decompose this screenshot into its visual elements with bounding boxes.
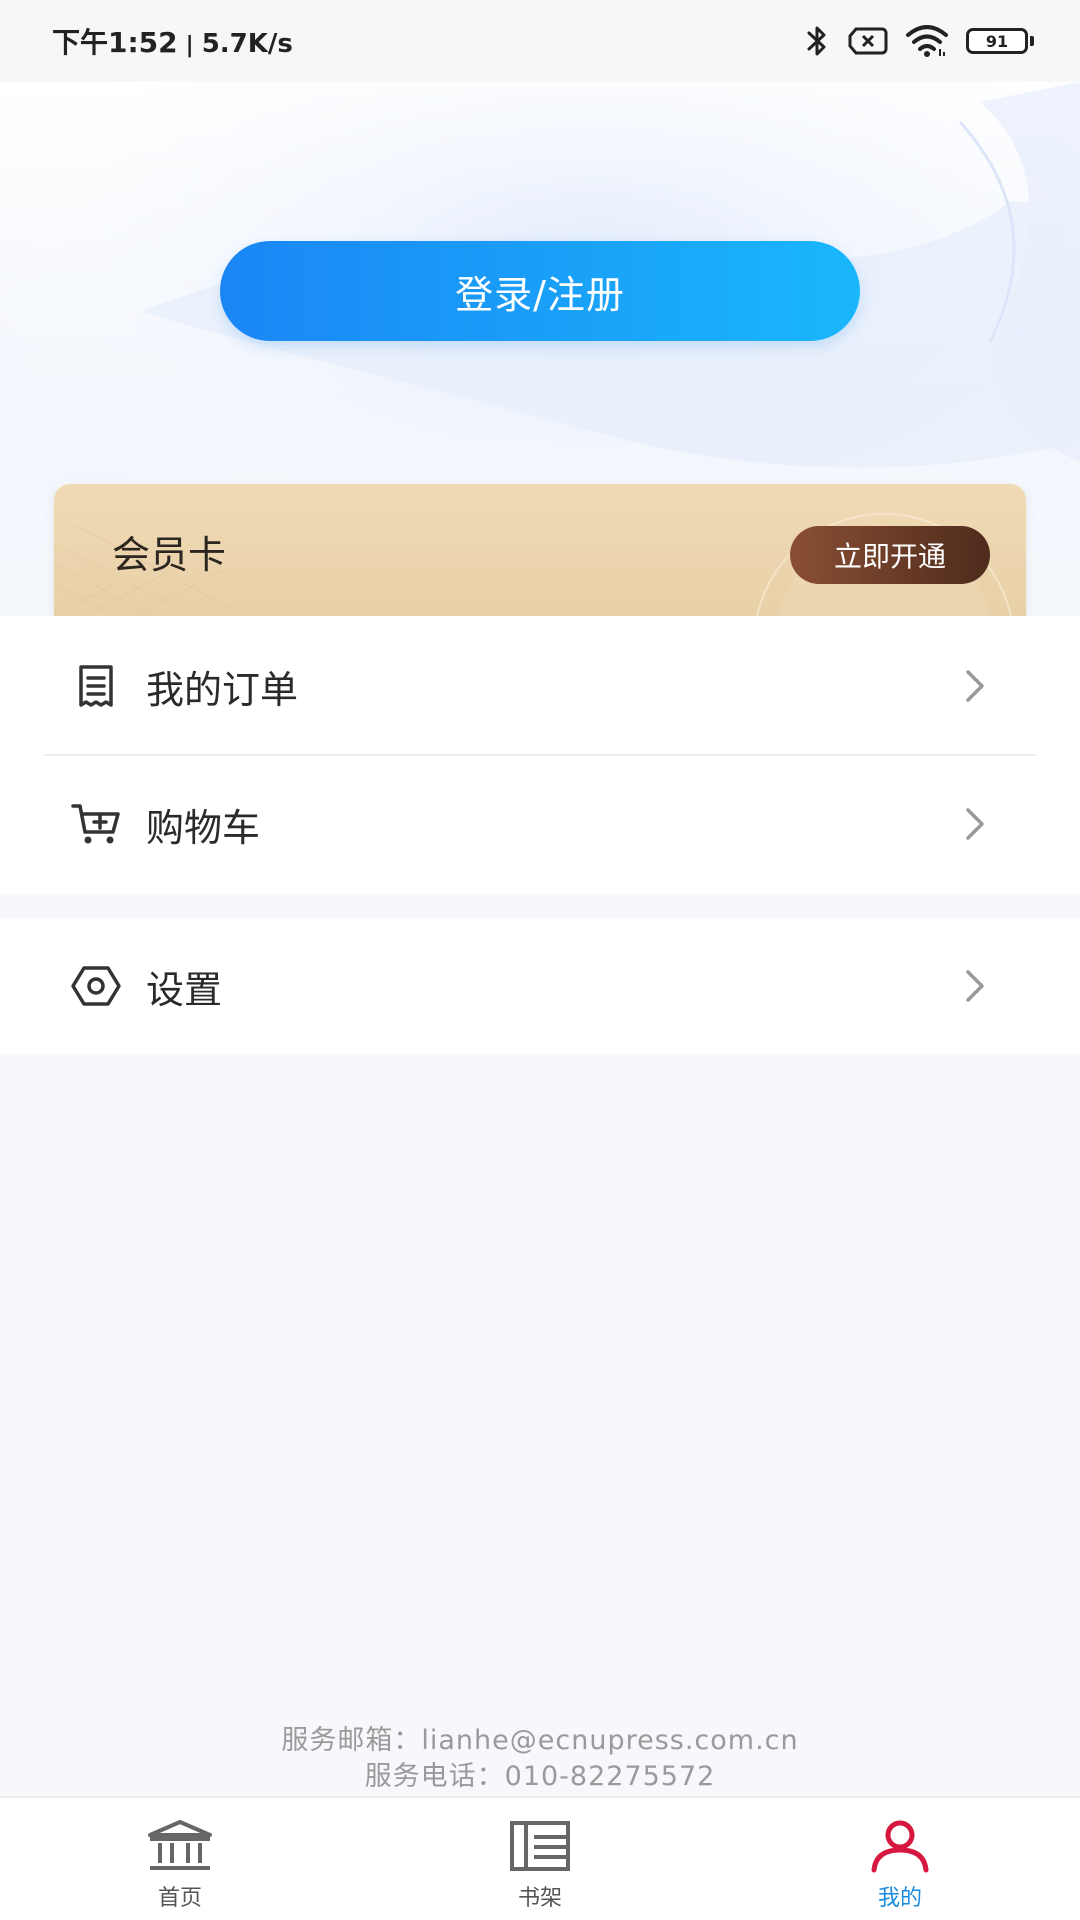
receipt-icon <box>70 660 122 712</box>
menu-section-main: 我的订单 购物车 <box>0 616 1080 894</box>
status-bar: 下午1:52 | 5.7K/s 91 <box>0 0 1080 82</box>
menu-item-orders[interactable]: 我的订单 <box>0 616 1080 756</box>
settings-icon <box>70 960 122 1012</box>
wifi-icon <box>906 25 948 57</box>
nav-label: 首页 <box>157 1886 202 1911</box>
cart-icon <box>70 798 122 850</box>
status-network-speed: 5.7K/s <box>201 29 293 59</box>
bookshelf-icon <box>505 1818 575 1874</box>
battery-tip <box>1030 36 1034 46</box>
status-left: 下午1:52 | 5.7K/s <box>52 21 293 61</box>
nav-item-profile[interactable]: 我的 <box>720 1798 1080 1920</box>
status-time: 下午1:52 <box>52 26 178 59</box>
menu-item-settings[interactable]: 设置 <box>0 918 1080 1054</box>
nav-item-home[interactable]: 首页 <box>0 1798 360 1920</box>
login-register-button[interactable]: 登录/注册 <box>220 241 860 341</box>
menu-item-label: 我的订单 <box>146 667 299 712</box>
member-card-title: 会员卡 <box>112 533 227 577</box>
profile-icon <box>865 1818 935 1874</box>
nav-item-bookshelf[interactable]: 书架 <box>360 1798 720 1920</box>
menu-item-label: 购物车 <box>146 805 261 850</box>
bottom-nav: 首页 书架 我的 <box>0 1796 1080 1920</box>
status-right: 91 <box>804 24 1034 58</box>
no-sim-icon <box>848 26 888 56</box>
chevron-right-icon <box>960 804 990 844</box>
menu-item-label: 设置 <box>146 967 223 1012</box>
service-phone: 服务电话：010-82275572 <box>364 1761 716 1792</box>
chevron-right-icon <box>960 666 990 706</box>
nav-label: 我的 <box>877 1886 922 1911</box>
status-separator: | <box>185 33 194 58</box>
nav-label: 书架 <box>517 1886 562 1911</box>
member-card[interactable]: 会员卡 立即开通 <box>54 484 1026 616</box>
member-open-button[interactable]: 立即开通 <box>790 526 990 584</box>
chevron-right-icon <box>960 966 990 1006</box>
battery-icon: 91 <box>966 28 1034 54</box>
service-email: 服务邮箱：lianhe@ecnupress.com.cn <box>281 1725 799 1756</box>
home-icon <box>145 1818 215 1874</box>
battery-level: 91 <box>966 28 1028 54</box>
menu-item-cart[interactable]: 购物车 <box>0 756 1080 892</box>
menu-section-settings: 设置 <box>0 918 1080 1054</box>
bluetooth-icon <box>804 24 830 58</box>
